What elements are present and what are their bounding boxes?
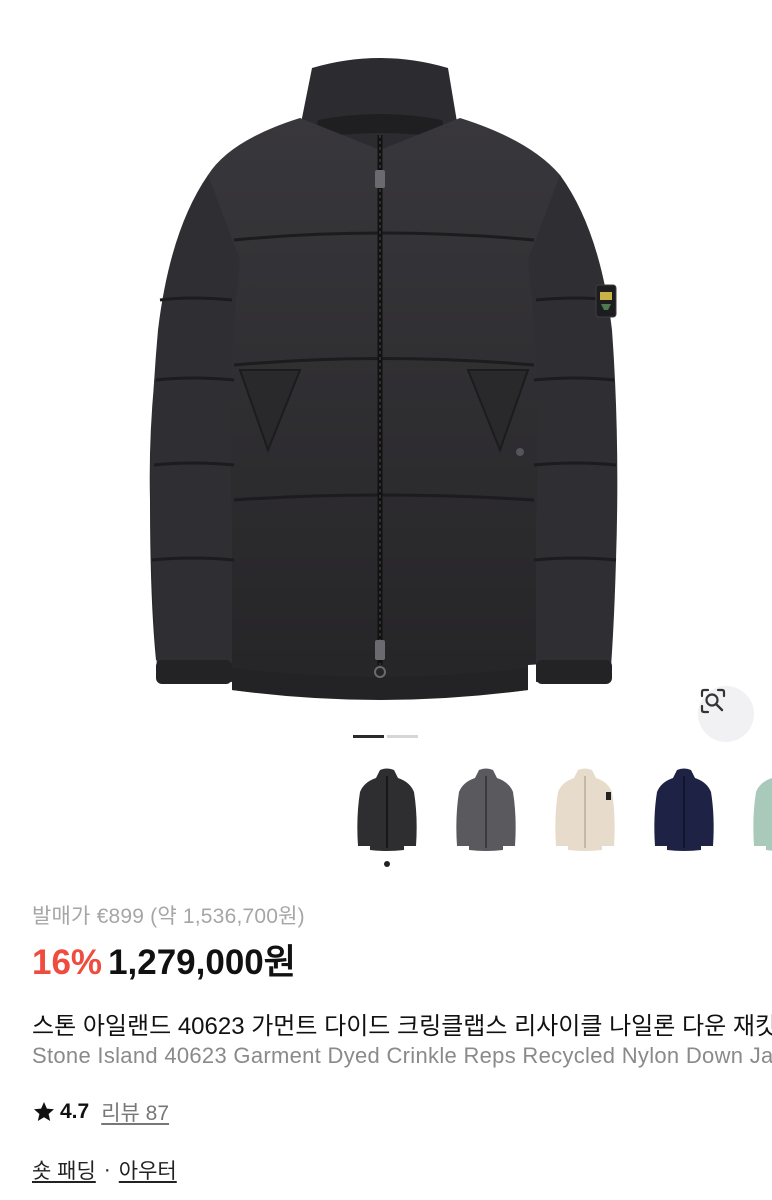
- color-variant-list: [0, 762, 772, 862]
- image-search-button[interactable]: [698, 686, 754, 742]
- image-pager: [353, 735, 418, 739]
- jacket-thumbnail-icon: [456, 768, 516, 851]
- rating-value: 4.7: [60, 1100, 90, 1123]
- reviews-link[interactable]: 리뷰 87: [101, 1097, 169, 1127]
- category-separator: ·: [103, 1158, 111, 1181]
- product-title-korean: 스톤 아일랜드 40623 가먼트 다이드 크링클랩스 리사이클 나일론 다운 …: [32, 1013, 772, 1040]
- image-search-icon: [700, 688, 726, 714]
- rating-row: 4.7 리뷰 87: [32, 1097, 169, 1127]
- jacket-thumbnail-icon: [753, 778, 772, 851]
- jacket-thumbnail-icon: [357, 768, 417, 851]
- selected-color-indicator: [384, 861, 390, 867]
- jacket-thumbnail-icon: [555, 768, 615, 851]
- color-thumb-black[interactable]: [344, 762, 430, 852]
- price-row: 16% 1,279,000원: [32, 934, 296, 985]
- category-link-short-padding[interactable]: 숏 패딩: [32, 1155, 96, 1185]
- discount-rate: 16%: [32, 943, 103, 982]
- star-icon: [34, 1102, 54, 1121]
- original-price: 발매가 €899 (약 1,536,700원): [32, 905, 305, 928]
- jacket-illustration: [149, 58, 618, 700]
- category-breadcrumb: 숏 패딩 · 아우터: [32, 1155, 177, 1185]
- jacket-thumbnail-icon: [654, 768, 714, 851]
- product-main-image[interactable]: [0, 0, 772, 750]
- pager-indicator: [387, 735, 418, 738]
- category-link-outer[interactable]: 아우터: [119, 1155, 177, 1185]
- color-thumb-mint[interactable]: [740, 762, 772, 852]
- product-title-english: Stone Island 40623 Garment Dyed Crinkle …: [32, 1043, 772, 1068]
- color-thumb-beige[interactable]: [542, 762, 628, 852]
- color-thumb-grey[interactable]: [443, 762, 529, 852]
- pager-indicator-active: [353, 735, 384, 738]
- color-thumb-navy[interactable]: [641, 762, 727, 852]
- sale-price: 1,279,000원: [108, 943, 296, 982]
